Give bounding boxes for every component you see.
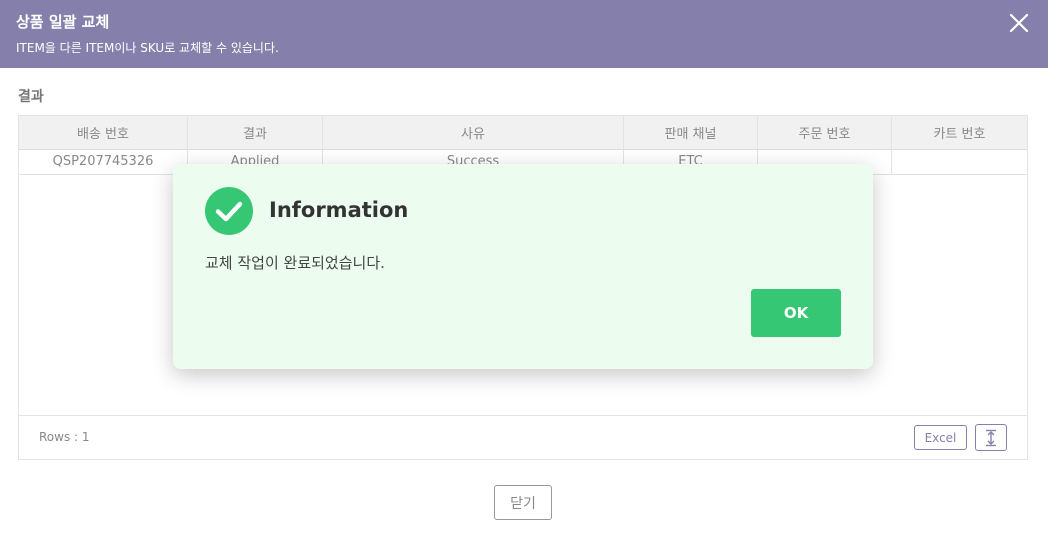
information-dialog: Information 교체 작업이 완료되었습니다. OK: [173, 164, 873, 369]
close-button[interactable]: [1006, 10, 1032, 36]
modal-header: 상품 일괄 교체 ITEM을 다른 ITEM이나 SKU로 교체할 수 있습니다…: [0, 0, 1048, 68]
column-header-sales-channel[interactable]: 판매 채널: [624, 116, 758, 149]
column-header-reason[interactable]: 사유: [323, 116, 624, 149]
grid-footer: Rows : 1 Excel: [19, 415, 1027, 459]
check-circle-icon: [205, 187, 253, 235]
expand-vertical-icon: [986, 429, 996, 446]
cell-cart-no: [892, 150, 1027, 174]
dialog-message: 교체 작업이 완료되었습니다.: [205, 254, 385, 272]
dialog-title: Information: [269, 198, 409, 222]
excel-button[interactable]: Excel: [914, 425, 967, 450]
close-icon: [1009, 13, 1029, 33]
modal-title: 상품 일괄 교체: [16, 13, 110, 31]
column-header-result[interactable]: 결과: [188, 116, 323, 149]
column-header-delivery-no[interactable]: 배송 번호: [19, 116, 188, 149]
modal-subtitle: ITEM을 다른 ITEM이나 SKU로 교체할 수 있습니다.: [16, 41, 279, 55]
rows-count: Rows : 1: [39, 430, 90, 444]
grid-header: 배송 번호 결과 사유 판매 채널 주문 번호 카트 번호: [19, 116, 1027, 150]
cell-delivery-no: QSP207745326: [19, 150, 188, 174]
close-footer-button[interactable]: 닫기: [494, 485, 552, 520]
section-title: 결과: [18, 89, 44, 105]
expand-button[interactable]: [975, 424, 1007, 451]
ok-button[interactable]: OK: [751, 289, 841, 337]
column-header-cart-no[interactable]: 카트 번호: [892, 116, 1027, 149]
column-header-order-no[interactable]: 주문 번호: [758, 116, 892, 149]
